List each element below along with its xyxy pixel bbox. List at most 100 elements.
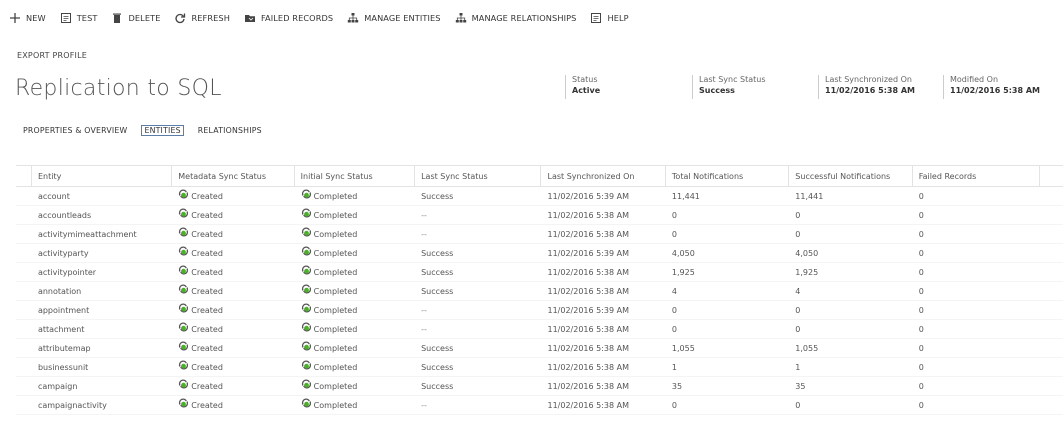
total-notifications-cell: 4 [666, 282, 789, 300]
failed-records-cell: 0 [913, 282, 1040, 300]
last-sync-status-cell: -- [415, 301, 541, 319]
green-sync-icon [178, 227, 189, 237]
column-header-metadata-sync-status[interactable]: Metadata Sync Status [172, 166, 295, 186]
table-row[interactable]: attributemap Created Completed Success 11/02… [16, 339, 1063, 358]
total-notifications-cell: 0 [666, 320, 789, 338]
successful-notifications-cell: 0 [789, 206, 912, 224]
failed-records-button[interactable]: FAILED RECORDS [243, 12, 333, 24]
hierarchy-icon [454, 12, 468, 24]
entity-cell[interactable]: activitypointer [32, 263, 172, 281]
row-select-cell[interactable] [16, 263, 32, 281]
table-row[interactable]: businessunit Created Completed Success 11/02… [16, 358, 1063, 377]
table-row[interactable]: attachment Created Completed -- 11/02/2016 5… [16, 320, 1063, 339]
entity-cell[interactable]: accountleads [32, 206, 172, 224]
table-row[interactable]: appointment Created Completed -- 11/02/2016 … [16, 301, 1063, 320]
column-header-initial-sync-status[interactable]: Initial Sync Status [295, 166, 416, 186]
cell-text: 11/02/2016 5:38 AM [547, 362, 630, 372]
last-sync-status-cell: Success [415, 187, 541, 205]
entity-cell[interactable]: attachment [32, 320, 172, 338]
status-text: Created [191, 362, 223, 372]
select-all-cell[interactable] [16, 166, 32, 186]
entity-cell[interactable]: campaign [32, 377, 172, 395]
tab-entities[interactable]: ENTITIES [141, 125, 184, 136]
last-sync-status-cell: Success [415, 263, 541, 281]
manage-relationships-button[interactable]: MANAGE RELATIONSHIPS [454, 12, 577, 24]
table-row[interactable]: activitypointer Created Completed Success 11… [16, 263, 1063, 282]
entity-cell[interactable]: campaignactivity [32, 396, 172, 414]
table-row[interactable]: accountleads Created Completed -- 11/02/2016… [16, 206, 1063, 225]
column-header-failed-records[interactable]: Failed Records [913, 166, 1041, 186]
manage-entities-button-label: MANAGE ENTITIES [364, 13, 441, 23]
column-header-total-notifications[interactable]: Total Notifications [666, 166, 790, 186]
table-row[interactable]: annotation Created Completed Success 11/02/2… [16, 282, 1063, 301]
table-row[interactable]: activityparty Created Completed Success 11/0… [16, 244, 1063, 263]
table-row[interactable]: account Created Completed Success 11/02/2016… [16, 187, 1063, 206]
cell-text: 11/02/2016 5:38 AM [547, 210, 630, 220]
status-text: Created [191, 400, 223, 410]
column-header-last-synchronized-on[interactable]: Last Synchronized On [541, 166, 666, 186]
refresh-icon [173, 12, 187, 24]
failed-records-cell: 0 [913, 225, 1040, 243]
row-spacer [1040, 244, 1063, 262]
column-header-last-sync-status[interactable]: Last Sync Status [415, 166, 542, 186]
last-sync-status-cell: -- [415, 320, 541, 338]
table-row[interactable]: campaignactivity Created Completed -- 11/02/… [16, 396, 1063, 415]
entity-cell[interactable]: activityparty [32, 244, 172, 262]
metadata-sync-status-cell: Created [172, 320, 294, 338]
row-select-cell[interactable] [16, 187, 32, 205]
cell-text: -- [421, 210, 427, 220]
manage-entities-button[interactable]: MANAGE ENTITIES [346, 12, 440, 24]
column-header-successful-notifications[interactable]: Successful Notifications [789, 166, 913, 186]
cell-text: Success [421, 248, 454, 258]
table-row[interactable]: activitymimeattachment Created Completed --… [16, 225, 1063, 244]
cell-text: 11/02/2016 5:38 AM [547, 381, 630, 391]
help-button[interactable]: HELP [589, 12, 629, 24]
column-header-entity[interactable]: Entity [32, 166, 173, 186]
entity-cell[interactable]: businessunit [32, 358, 172, 376]
row-select-cell[interactable] [16, 282, 32, 300]
entity-cell[interactable]: annotation [32, 282, 172, 300]
header-field-label: Status [572, 75, 598, 84]
status-text: Completed [313, 343, 358, 353]
row-select-cell[interactable] [16, 301, 32, 319]
row-select-cell[interactable] [16, 396, 32, 414]
cell-text: 0 [671, 210, 677, 220]
entity-cell[interactable]: attributemap [32, 339, 172, 357]
cell-text: 35 [795, 381, 806, 391]
row-spacer [1040, 282, 1063, 300]
row-select-cell[interactable] [16, 225, 32, 243]
failed-records-button-label: FAILED RECORDS [260, 13, 334, 23]
row-select-cell[interactable] [16, 320, 32, 338]
row-select-cell[interactable] [16, 244, 32, 262]
status-text: Created [191, 267, 223, 277]
last-sync-status-value: Success [699, 86, 735, 95]
metadata-sync-status-cell: Created [172, 225, 294, 243]
failed-records-cell: 0 [913, 244, 1040, 262]
tab-relationships[interactable]: RELATIONSHIPS [196, 125, 264, 136]
row-select-cell[interactable] [16, 206, 32, 224]
successful-notifications-cell: 1,925 [789, 263, 912, 281]
cell-text: 11/02/2016 5:38 AM [547, 267, 630, 277]
cell-text: 0 [918, 286, 924, 296]
new-button[interactable]: NEW [8, 12, 46, 24]
refresh-button[interactable]: REFRESH [173, 12, 230, 24]
row-select-cell[interactable] [16, 377, 32, 395]
successful-notifications-cell: 35 [789, 377, 912, 395]
delete-button[interactable]: DELETE [110, 12, 160, 24]
metadata-sync-status-cell: Created [172, 244, 294, 262]
entity-cell[interactable]: appointment [32, 301, 172, 319]
row-select-cell[interactable] [16, 358, 32, 376]
cell-text: 0 [918, 381, 924, 391]
tab-properties-overview[interactable]: PROPERTIES & OVERVIEW [21, 125, 129, 136]
table-row[interactable]: campaign Created Completed Success 11/02/201… [16, 377, 1063, 396]
header-field-last-synchronized-on: Last Synchronized On 11/02/2016 5:38 AM [818, 75, 915, 99]
last-synchronized-on-cell: 11/02/2016 5:39 AM [541, 301, 665, 319]
entity-cell[interactable]: account [32, 187, 172, 205]
help-button-label: HELP [607, 13, 629, 23]
row-select-cell[interactable] [16, 339, 32, 357]
grid-header: Entity Metadata Sync Status Initial Sync… [16, 165, 1063, 187]
entity-cell[interactable]: activitymimeattachment [32, 225, 172, 243]
cell-text: 1 [671, 362, 677, 372]
test-button[interactable]: TEST [59, 12, 98, 24]
last-sync-status-cell: -- [415, 225, 541, 243]
